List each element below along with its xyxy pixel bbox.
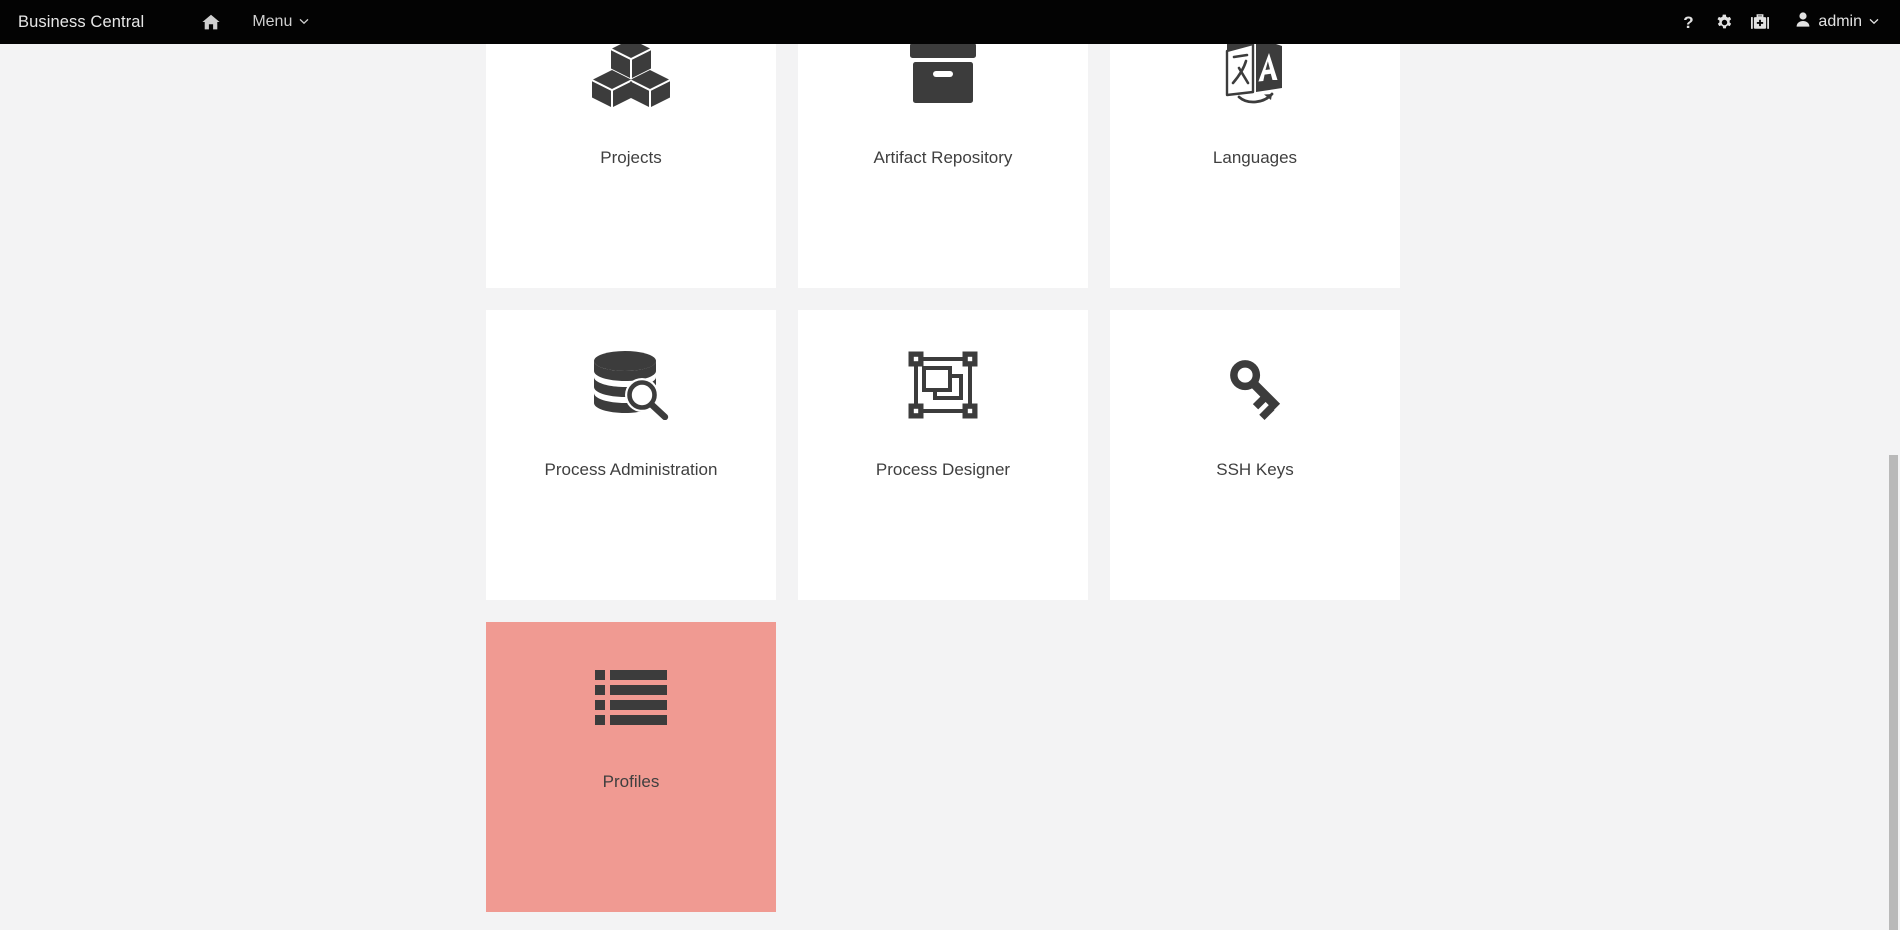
tile-label: Languages [1212, 148, 1298, 167]
vertical-scrollbar-thumb[interactable] [1889, 455, 1898, 930]
toolbox-button[interactable] [1742, 0, 1778, 44]
tile-process-administration[interactable]: Process Administration [486, 310, 776, 600]
archive-box-icon [798, 44, 1088, 148]
user-menu-dropdown[interactable]: admin [1778, 0, 1882, 44]
tile-label: Process Administration [544, 460, 718, 479]
gear-icon [1716, 14, 1733, 31]
tile-artifact-repository[interactable]: Artifact Repository [798, 44, 1088, 288]
menu-nav-dropdown[interactable]: Menu [236, 0, 324, 44]
brand-title: Business Central [18, 12, 145, 31]
chevron-down-icon [299, 18, 309, 27]
toolbox-kit-icon [1751, 13, 1770, 31]
navbar-right-items: ? admin [1670, 0, 1900, 44]
tile-process-designer[interactable]: Process Designer [798, 310, 1088, 600]
help-button[interactable]: ? [1670, 0, 1706, 44]
top-navbar: Business Central Menu ? admin [0, 0, 1900, 44]
tile-label: Projects [600, 148, 662, 167]
menu-nav-label: Menu [252, 13, 293, 30]
list-icon [486, 622, 776, 772]
tile-label: Process Designer [875, 460, 1011, 479]
database-search-icon [486, 310, 776, 460]
tile-profiles[interactable]: Profiles [486, 622, 776, 912]
tile-label: Artifact Repository [873, 148, 1013, 167]
tile-label: Profiles [602, 772, 660, 791]
tile-row: Profiles [486, 622, 1426, 912]
user-icon [1796, 12, 1810, 32]
tile-projects[interactable]: Projects [486, 44, 776, 288]
tiles-grid: Projects Artifact Repository Languages P… [486, 44, 1426, 930]
tile-row: Projects Artifact Repository Languages [486, 44, 1426, 288]
settings-button[interactable] [1706, 0, 1742, 44]
chevron-down-icon [1869, 18, 1879, 27]
tile-languages[interactable]: Languages [1110, 44, 1400, 288]
tile-row: Process Administration Process Designer … [486, 310, 1426, 600]
user-name-label: admin [1818, 13, 1862, 30]
key-icon [1110, 310, 1400, 460]
question-mark-icon: ? [1683, 12, 1694, 32]
object-group-icon [798, 310, 1088, 460]
tile-label: SSH Keys [1216, 460, 1294, 479]
main-content-area: Projects Artifact Repository Languages P… [0, 44, 1900, 930]
cubes-icon [486, 44, 776, 148]
vertical-scrollbar-track[interactable] [1885, 44, 1900, 930]
home-icon [202, 14, 220, 30]
home-nav-button[interactable] [186, 0, 236, 44]
navbar-left-items: Menu [186, 0, 324, 44]
translate-icon [1110, 44, 1400, 148]
tile-ssh-keys[interactable]: SSH Keys [1110, 310, 1400, 600]
